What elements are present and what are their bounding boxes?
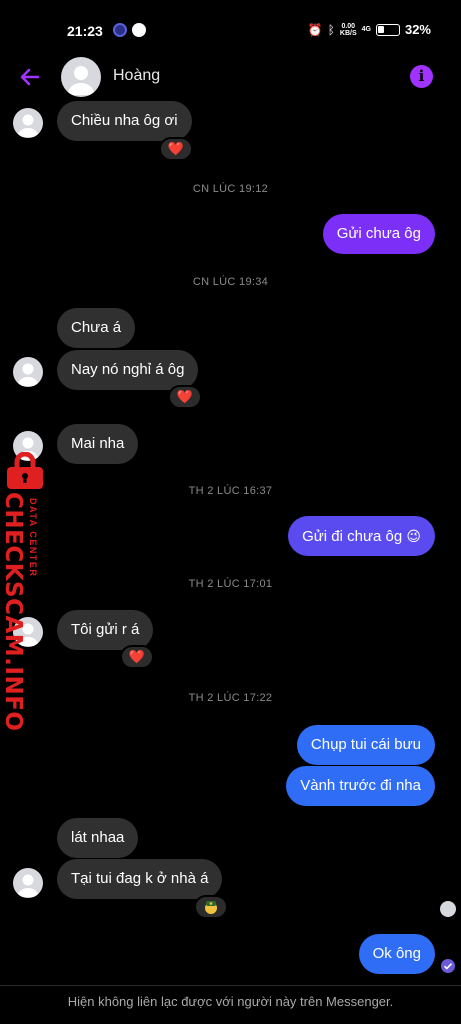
heart-reaction[interactable]: ❤️ [120,645,154,669]
watermark-brand: CHECKSCAM.INFO [0,492,26,732]
wink-emoji-icon: 😉 [406,528,421,544]
police-emoji-reaction[interactable] [194,895,228,919]
battery-icon [375,23,400,36]
timestamp: TH 2 LÚC 17:01 [188,578,273,590]
heart-reaction[interactable]: ❤️ [159,137,193,161]
watermark-subtitle: DATA CENTER [28,498,38,578]
info-icon[interactable]: i [410,65,433,88]
delivered-check-icon [441,959,455,973]
alarm-icon: ⏰ [307,22,323,37]
message-bubble-incoming[interactable]: Chiều nha ôg ơi [57,101,192,141]
message-bubble-outgoing[interactable]: Vành trước đi nha [286,766,435,806]
contact-avatar[interactable] [61,57,101,97]
message-bubble-outgoing[interactable]: Gửi chưa ôg [322,214,435,254]
heart-reaction[interactable]: ❤️ [168,385,202,409]
timestamp: TH 2 LÚC 17:22 [188,692,273,704]
seen-avatar [440,901,456,917]
message-bubble-incoming[interactable]: Mai nha [57,424,139,464]
sender-avatar [13,357,43,387]
chat-header: Hoàng i [0,55,461,99]
message-bubble-outgoing[interactable]: Ok ông [358,934,435,974]
app-notification-icon [113,23,127,37]
timestamp: TH 2 LÚC 16:37 [188,485,273,497]
message-bubble-incoming[interactable]: Tôi gửi r á [57,610,154,650]
message-bubble-outgoing[interactable]: Chụp tui cái bưu [296,725,435,765]
status-bar: 21:23 ⏰ ᛒ 0.00 KB/S 4G 32% [0,0,461,60]
timestamp: CN LÚC 19:34 [192,276,269,288]
sender-avatar [13,108,43,138]
status-icons: ⏰ ᛒ 0.00 KB/S 4G 32% [308,22,431,37]
message-bubble-incoming[interactable]: lát nhaa [57,818,139,858]
lock-icon [7,452,43,489]
timestamp: CN LÚC 19:12 [192,183,269,195]
footer-divider [0,985,461,986]
signal-icon: 4G [361,26,371,33]
battery-percent: 32% [404,22,431,37]
contact-name[interactable]: Hoàng [113,67,160,85]
message-text: Gửi đi chưa ôg [302,528,403,545]
back-arrow-icon[interactable] [18,65,42,89]
status-time: 21:23 [67,23,103,39]
bluetooth-icon: ᛒ [327,22,335,37]
messenger-notification-icon [132,23,146,37]
message-bubble-incoming[interactable]: Chưa á [57,308,136,348]
unavailable-notice: Hiện không liên lạc được với người này t… [67,994,394,1009]
message-bubble-incoming[interactable]: Tại tui đag k ở nhà á [57,859,223,899]
sender-avatar [13,868,43,898]
message-bubble-incoming[interactable]: Nay nó nghỉ á ôg [57,350,199,390]
watermark: CHECKSCAM.INFO DATA CENTER [0,452,52,731]
message-bubble-outgoing[interactable]: Gửi đi chưa ôg 😉 [288,516,435,556]
network-speed: 0.00 KB/S [339,22,357,37]
